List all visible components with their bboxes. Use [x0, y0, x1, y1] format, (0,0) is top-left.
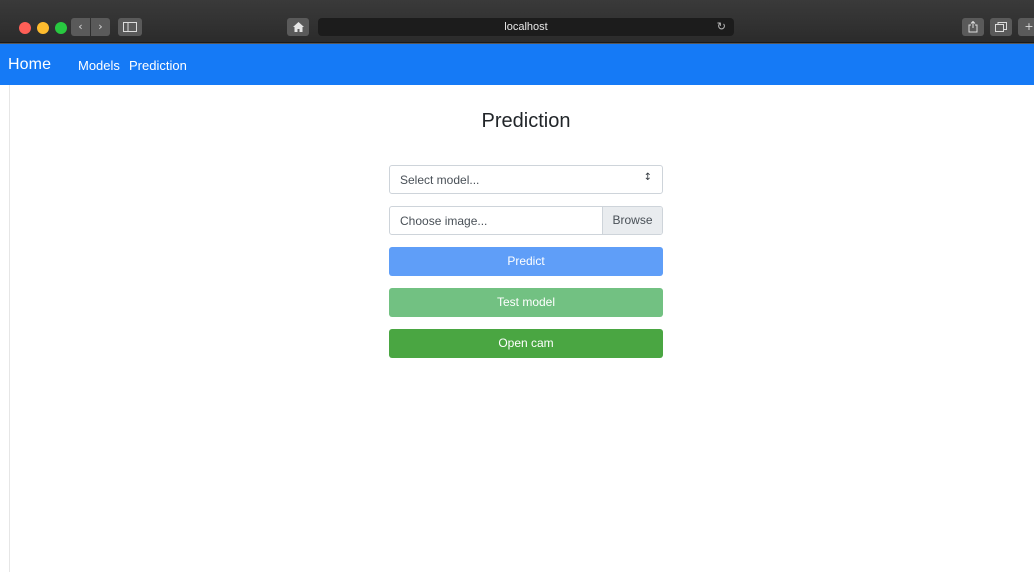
sidebar-icon[interactable] [118, 18, 142, 36]
open-cam-button[interactable]: Open cam [389, 329, 663, 358]
test-model-button[interactable]: Test model [389, 288, 663, 317]
chevron-left-icon[interactable]: ‹ [71, 18, 90, 36]
share-icon[interactable] [962, 18, 984, 36]
nav-link-models[interactable]: Models [78, 58, 120, 73]
plus-icon[interactable]: + [1018, 18, 1034, 36]
model-select-value: Select model... [400, 173, 480, 187]
image-file-placeholder: Choose image... [400, 214, 488, 228]
tabs-icon[interactable] [990, 18, 1012, 36]
nav-link-prediction[interactable]: Prediction [129, 58, 187, 73]
navbar: Home Models Prediction [0, 44, 1034, 85]
image-file-input[interactable]: Choose image... Browse [389, 206, 663, 235]
browser-toolbar: ‹ › localhost ↻ + [0, 0, 1034, 43]
address-text: localhost [504, 21, 548, 33]
navbar-brand-home[interactable]: Home [8, 56, 51, 74]
browse-button[interactable]: Browse [602, 207, 662, 234]
close-window-button[interactable] [19, 22, 31, 34]
home-icon[interactable] [287, 18, 309, 36]
model-select[interactable]: Select model... ↕ [389, 165, 663, 194]
predict-button[interactable]: Predict [389, 247, 663, 276]
zoom-window-button[interactable] [55, 22, 67, 34]
select-caret-icon: ↕ [643, 172, 652, 183]
minimize-window-button[interactable] [37, 22, 49, 34]
address-bar[interactable]: localhost ↻ [318, 18, 734, 36]
window-left-edge [0, 85, 10, 572]
reload-icon[interactable]: ↻ [717, 18, 726, 36]
page-title: Prediction [481, 110, 571, 132]
chevron-right-icon[interactable]: › [91, 18, 110, 36]
